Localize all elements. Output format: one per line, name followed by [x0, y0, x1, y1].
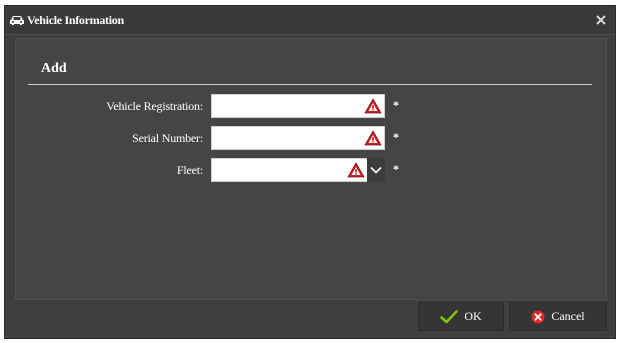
warning-icon — [347, 162, 365, 178]
cancel-button-label: Cancel — [551, 309, 585, 323]
checkmark-icon — [440, 309, 459, 324]
warning-icon — [364, 98, 382, 114]
form-row-fleet: Fleet: * — [5, 158, 617, 182]
form-row-vehicle-registration: Vehicle Registration: * — [5, 94, 617, 118]
fleet-dropdown-button[interactable] — [367, 158, 385, 182]
serial-number-input[interactable] — [211, 126, 385, 150]
car-icon — [9, 13, 25, 27]
dialog-titlebar[interactable]: Vehicle Information — [5, 6, 615, 35]
close-icon[interactable] — [595, 13, 607, 25]
section-header: Add — [28, 52, 592, 85]
ok-button-label: OK — [464, 309, 482, 323]
section-title: Add — [41, 61, 67, 76]
serial-number-label: Serial Number: — [132, 131, 203, 145]
required-marker: * — [393, 130, 399, 144]
dialog-title: Vehicle Information — [27, 12, 124, 27]
footer-divider — [15, 299, 607, 300]
form-row-serial-number: Serial Number: * — [5, 126, 617, 150]
vehicle-registration-input[interactable] — [211, 94, 385, 118]
fleet-label: Fleet: — [176, 163, 203, 177]
chevron-down-icon — [370, 166, 382, 174]
ok-button[interactable]: OK — [418, 302, 504, 331]
cancel-icon — [531, 310, 545, 324]
required-marker: * — [393, 98, 399, 112]
cancel-button[interactable]: Cancel — [509, 302, 607, 331]
warning-icon — [364, 130, 382, 146]
vehicle-registration-label: Vehicle Registration: — [106, 99, 203, 113]
vehicle-information-dialog: Vehicle Information Add Vehicle Registra… — [4, 5, 616, 339]
required-marker: * — [393, 162, 399, 176]
